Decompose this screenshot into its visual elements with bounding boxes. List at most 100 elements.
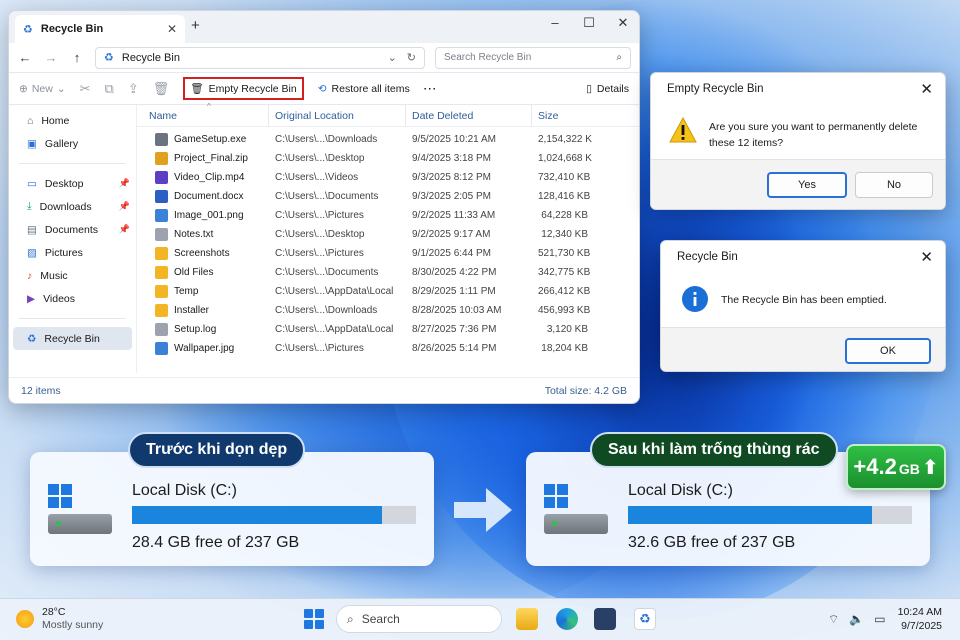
- up-icon[interactable]: ↑: [69, 50, 85, 65]
- size-cell: 1,024,668 KB: [538, 153, 592, 164]
- no-button[interactable]: No: [855, 172, 933, 198]
- more-options-button[interactable]: ···: [424, 83, 438, 95]
- wifi-icon[interactable]: ⌔: [828, 612, 839, 627]
- volume-icon[interactable]: 🔈: [849, 612, 864, 627]
- new-tab-icon[interactable]: +: [191, 17, 200, 34]
- close-tab-icon[interactable]: ✕: [167, 22, 177, 36]
- date-deleted-cell: 9/3/2025 2:05 PM: [412, 191, 491, 202]
- sidebar-item[interactable]: ▶ Videos: [9, 287, 136, 310]
- restore-all-button[interactable]: ⟲ Restore all items: [318, 83, 410, 95]
- pin-icon[interactable]: 📌: [119, 224, 130, 235]
- after-label: Sau khi làm trống thùng rác: [590, 432, 838, 468]
- table-row[interactable]: Wallpaper.jpg C:\Users\...\Pictures 8/26/2…: [137, 339, 639, 358]
- sidebar-item[interactable]: ▤ Documents 📌: [9, 218, 136, 241]
- file-name: GameSetup.exe: [174, 134, 247, 145]
- file-type-icon: [155, 266, 168, 279]
- close-dialog-icon[interactable]: ✕: [920, 80, 933, 98]
- clock[interactable]: 10:24 AM 9/7/2025: [898, 605, 942, 633]
- table-row[interactable]: Document.docx C:\Users\...\Documents 9/3/2…: [137, 187, 639, 206]
- pin-icon[interactable]: 📌: [119, 178, 130, 189]
- column-header-date[interactable]: Date Deleted: [406, 105, 532, 126]
- windows-logo-icon: [48, 484, 72, 508]
- back-icon[interactable]: ←: [17, 50, 33, 65]
- sidebar-item[interactable]: ♻ Recycle Bin: [13, 327, 132, 350]
- file-type-icon: [155, 285, 168, 298]
- file-name-cell: Old Files: [137, 266, 269, 279]
- table-row[interactable]: Image_001.png C:\Users\...\Pictures 9/2/20…: [137, 206, 639, 225]
- file-name: Temp: [174, 286, 199, 297]
- restore-icon: ⟲: [317, 82, 327, 95]
- weather-temp: 28°C: [42, 606, 66, 618]
- table-row[interactable]: Setup.log C:\Users\...\AppData\Local 8/27/…: [137, 320, 639, 339]
- column-header-size[interactable]: Size: [532, 105, 592, 126]
- sidebar-item[interactable]: ▭ Desktop 📌: [9, 172, 136, 195]
- start-button[interactable]: [304, 609, 324, 629]
- original-location-cell: C:\Users\...\Pictures: [275, 248, 364, 259]
- dialog-message: Are you sure you want to permanently del…: [709, 119, 917, 151]
- refresh-icon[interactable]: ↻: [407, 51, 416, 64]
- file-explorer-app-icon[interactable]: [516, 608, 538, 630]
- sidebar-item-label: Pictures: [44, 246, 83, 259]
- original-location-cell: C:\Users\...\Documents: [275, 191, 379, 202]
- tab-recycle-bin[interactable]: ♻ Recycle Bin ✕: [15, 15, 185, 43]
- sidebar-item[interactable]: ▣ Gallery: [9, 132, 136, 155]
- new-label: New: [31, 82, 53, 95]
- disk-usage-bar: [132, 506, 416, 524]
- battery-icon[interactable]: ▭: [874, 612, 885, 627]
- disk-card-before: Local Disk (C:) 28.4 GB free of 237 GB: [30, 452, 434, 566]
- recycle-bin-app-icon[interactable]: ♻: [634, 608, 656, 630]
- empty-recycle-bin-button[interactable]: 🗑 Empty Recycle Bin: [183, 77, 304, 100]
- close-dialog-icon[interactable]: ✕: [920, 248, 933, 266]
- sidebar-item-label: Gallery: [44, 137, 79, 150]
- sidebar-item[interactable]: ⤓ Downloads 📌: [9, 195, 136, 218]
- chevron-down-icon[interactable]: ⌄: [388, 51, 397, 64]
- table-row[interactable]: Video_Clip.mp4 C:\Users\...\Videos 9/3/202…: [137, 168, 639, 187]
- new-button[interactable]: ⊕ New ⌄: [19, 83, 66, 95]
- ok-button[interactable]: OK: [845, 338, 931, 364]
- close-window-icon[interactable]: ✕: [613, 15, 633, 31]
- table-row[interactable]: Old Files C:\Users\...\Documents 8/30/2025…: [137, 263, 639, 282]
- column-header-name[interactable]: Name: [137, 105, 269, 126]
- date-deleted-cell: 9/2/2025 11:33 AM: [412, 210, 496, 221]
- table-row[interactable]: Installer C:\Users\...\Downloads 8/28/2025…: [137, 301, 639, 320]
- file-name: Setup.log: [174, 324, 217, 335]
- recycle-bin-icon: ♻: [27, 332, 37, 345]
- table-row[interactable]: Temp C:\Users\...\AppData\Local 8/29/2025 …: [137, 282, 639, 301]
- column-header-location[interactable]: Original Location: [269, 105, 406, 126]
- table-row[interactable]: GameSetup.exe C:\Users\...\Downloads 9/5/2…: [137, 130, 639, 149]
- sidebar-item[interactable]: ♪ Music: [9, 264, 136, 287]
- home-icon: ⌂: [27, 114, 34, 127]
- share-icon[interactable]: ⇪: [128, 81, 139, 97]
- sidebar-item[interactable]: ⌂ Home: [9, 109, 136, 132]
- search-input[interactable]: Search Recycle Bin ⌕: [435, 46, 631, 69]
- delete-icon[interactable]: 🗑: [153, 81, 170, 97]
- table-row[interactable]: Screenshots C:\Users\...\Pictures 9/1/2025…: [137, 244, 639, 263]
- weather-widget[interactable]: 28°C Mostly sunny: [16, 606, 103, 632]
- taskbar-search[interactable]: ⌕ Search: [336, 605, 502, 633]
- recycle-bin-icon: ♻: [104, 52, 114, 64]
- forward-icon[interactable]: →: [43, 50, 59, 65]
- sidebar-item[interactable]: ▨ Pictures: [9, 241, 136, 264]
- music-icon: ♪: [27, 269, 33, 282]
- maximize-icon[interactable]: ☐: [579, 15, 599, 31]
- minimize-icon[interactable]: –: [545, 15, 565, 31]
- file-name-cell: GameSetup.exe: [137, 133, 269, 146]
- original-location-cell: C:\Users\...\Downloads: [275, 134, 378, 145]
- date-deleted-cell: 8/30/2025 4:22 PM: [412, 267, 497, 278]
- address-bar[interactable]: ♻ Recycle Bin ⌄ ↻: [95, 46, 425, 69]
- file-type-icon: [155, 133, 168, 146]
- original-location-cell: C:\Users\...\Downloads: [275, 305, 378, 316]
- window-controls: – ☐ ✕: [545, 15, 633, 31]
- file-name-cell: Document.docx: [137, 190, 269, 203]
- table-row[interactable]: Project_Final.zip C:\Users\...\Desktop 9/4…: [137, 149, 639, 168]
- copy-icon[interactable]: ⧉: [105, 81, 114, 97]
- cut-icon[interactable]: ✂: [80, 81, 91, 97]
- details-button[interactable]: ▯ Details: [586, 83, 629, 95]
- file-name: Notes.txt: [174, 229, 214, 240]
- table-row[interactable]: Notes.txt C:\Users\...\Desktop 9/2/2025 9:…: [137, 225, 639, 244]
- date-deleted-cell: 8/27/2025 7:36 PM: [412, 324, 497, 335]
- pin-icon[interactable]: 📌: [119, 201, 130, 212]
- edge-browser-icon[interactable]: [556, 608, 578, 630]
- yes-button[interactable]: Yes: [767, 172, 847, 198]
- store-icon[interactable]: [594, 608, 616, 630]
